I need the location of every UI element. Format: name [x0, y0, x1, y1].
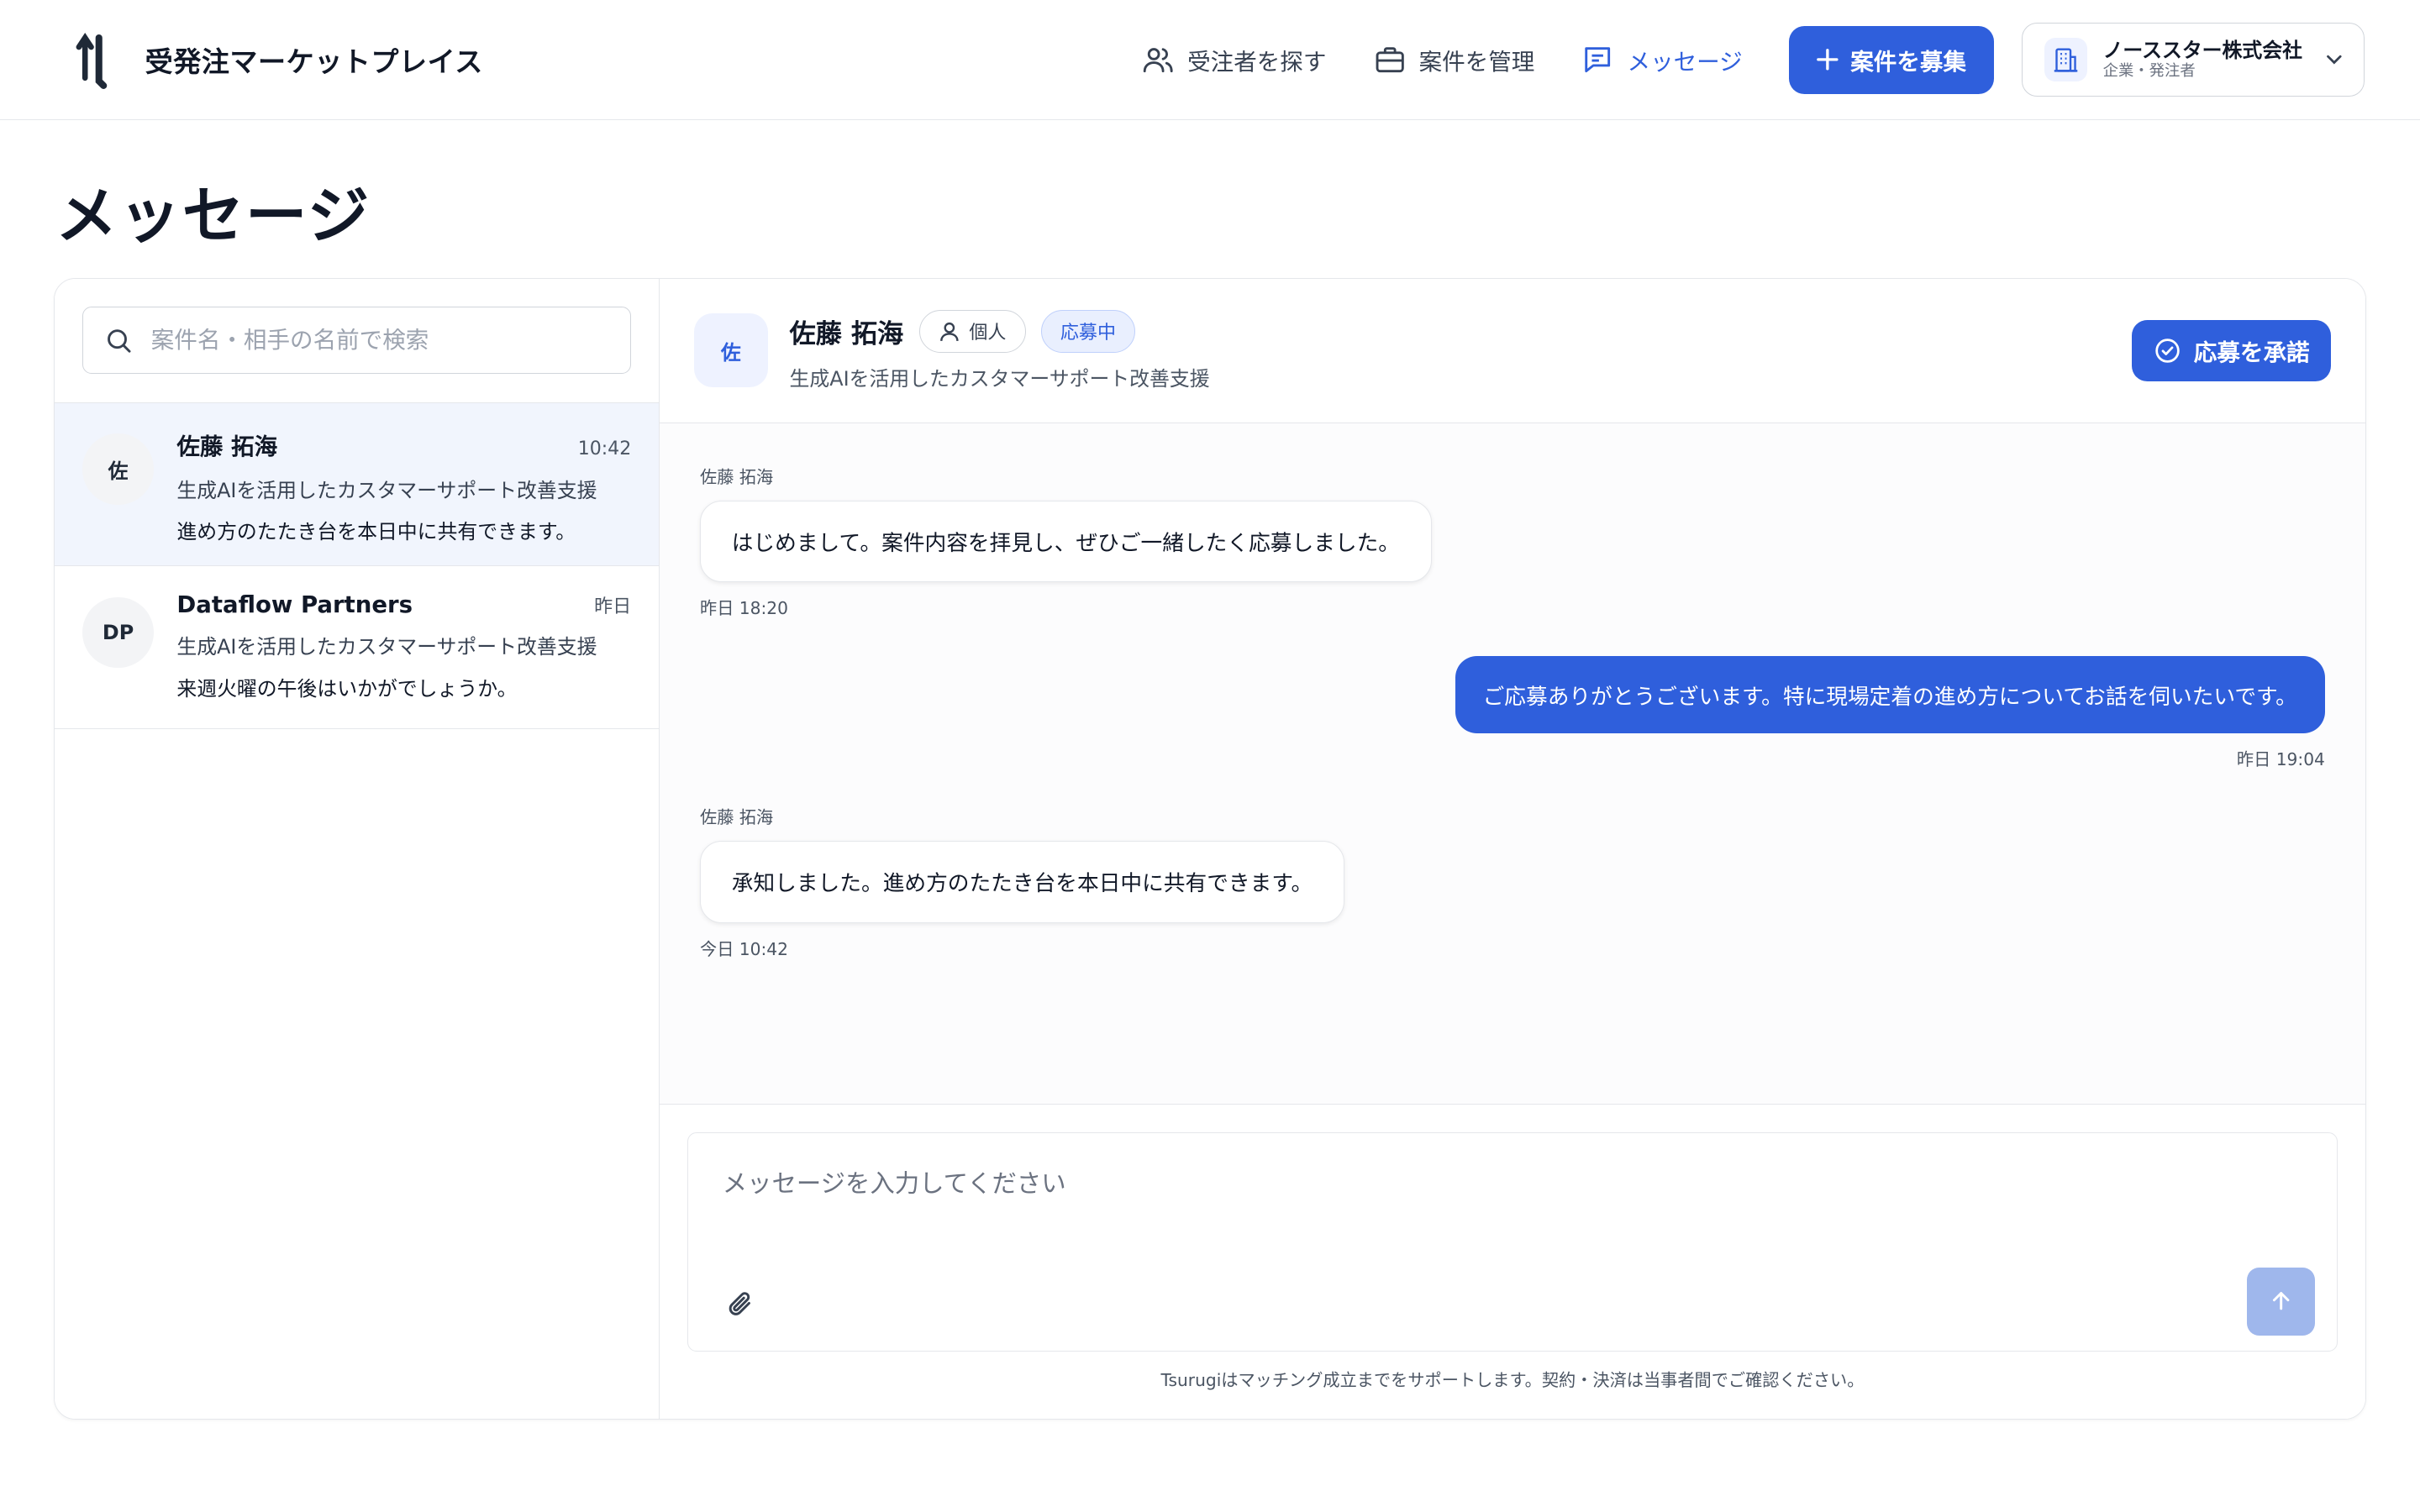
composer-area: Tsurugiはマッチング成立までをサポートします。契約・決済は当事者間でご確認… [660, 1104, 2365, 1419]
footnote: Tsurugiはマッチング成立までをサポートします。契約・決済は当事者間でご確認… [1160, 1370, 1865, 1391]
avatar: 佐 [693, 313, 768, 388]
message-bubble: 承知しました。進め方のたたき台を本日中に共有できます。 [700, 841, 1344, 923]
type-badge: 個人 [918, 309, 1026, 354]
account-text: ノーススター株式会社 企業・発注者 [2103, 39, 2302, 81]
conversation-sidebar: 佐 佐藤 拓海 10:42 生成AIを活用したカスタマーサポート改善支援 進め方… [55, 278, 660, 1419]
search-icon [108, 328, 131, 353]
conversation-name: 佐藤 拓海 [176, 433, 278, 460]
message-list: 佐藤 拓海 はじめまして。案件内容を拝見し、ぜひご一緒したく応募しました。 昨日… [660, 423, 2365, 1105]
users-icon [1143, 48, 1173, 73]
message-outgoing: ご応募ありがとうございます。特に現場定着の進め方についてお話を伺いたいです。 昨… [700, 656, 2325, 770]
account-switcher[interactable]: ノーススター株式会社 企業・発注者 [2022, 23, 2365, 97]
briefcase-icon [1376, 47, 1404, 73]
message-time: 今日 10:42 [700, 938, 788, 959]
nav-label: 案件を管理 [1418, 49, 1535, 76]
building-icon [2044, 38, 2088, 81]
conversation-time: 昨日 [594, 596, 632, 617]
conversation-project: 生成AIを活用したカスタマーサポート改善支援 [176, 478, 597, 502]
brand[interactable]: 受発注マーケットプレイス [68, 29, 483, 90]
search-box[interactable] [82, 306, 632, 375]
paperclip-icon[interactable] [725, 1289, 756, 1320]
message-incoming: 佐藤 拓海 承知しました。進め方のたたき台を本日中に共有できます。 今日 10:… [700, 804, 2325, 959]
accept-label: 応募を承諾 [2193, 339, 2310, 366]
arrow-up-icon [2272, 1292, 2290, 1310]
nav-manage-projects[interactable]: 案件を管理 [1373, 43, 1535, 76]
messages-panel: 佐 佐藤 拓海 10:42 生成AIを活用したカスタマーサポート改善支援 進め方… [54, 277, 2366, 1420]
main-nav: 受注者を探す 案件を管理 メッセージ 案件を募集 ノーススター株式会社 企業・発… [1095, 23, 2365, 97]
conversation-last-message: 来週火曜の午後はいかがでしょうか。 [176, 676, 518, 701]
post-project-button[interactable]: 案件を募集 [1788, 25, 1995, 94]
message-incoming: 佐藤 拓海 はじめまして。案件内容を拝見し、ぜひご一緒したく応募しました。 昨日… [700, 464, 2325, 619]
nav-label: 受注者を探す [1187, 49, 1327, 76]
top-navigation-bar: 受発注マーケットプレイス 受注者を探す 案件を管理 メッセージ 案件を募集 ノー… [0, 0, 2420, 121]
logo-icon [76, 33, 108, 90]
conversation-name: Dataflow Partners [176, 591, 413, 618]
conversation-item[interactable]: 佐 佐藤 拓海 10:42 生成AIを活用したカスタマーサポート改善支援 進め方… [55, 402, 660, 566]
message-input[interactable] [688, 1133, 2337, 1273]
type-badge-label: 個人 [969, 323, 1007, 344]
conversation-project: 生成AIを活用したカスタマーサポート改善支援 [176, 635, 597, 659]
chevron-down-icon [2327, 55, 2342, 65]
accept-application-button[interactable]: 応募を承諾 [2132, 319, 2332, 382]
message-sender: 佐藤 拓海 [700, 807, 774, 828]
message-sender: 佐藤 拓海 [700, 466, 774, 487]
nav-find-contractors[interactable]: 受注者を探す [1141, 43, 1326, 76]
plus-icon [1817, 49, 1839, 71]
chat-pane: 佐 佐藤 拓海 個人 応募中 生成AIを活用したカスタマーサポート改善支援 応募… [660, 278, 2365, 1419]
search-input[interactable] [150, 327, 609, 354]
chat-icon [1585, 47, 1611, 73]
conversation-time: 10:42 [577, 438, 632, 459]
avatar: DP [82, 596, 154, 669]
send-button[interactable] [2247, 1267, 2315, 1336]
avatar: 佐 [82, 433, 154, 505]
composer [687, 1132, 2338, 1352]
account-name: ノーススター株式会社 [2102, 38, 2302, 62]
user-icon [939, 322, 959, 341]
chat-project-title: 生成AIを活用したカスタマーサポート改善支援 [789, 367, 1210, 391]
message-bubble: はじめまして。案件内容を拝見し、ぜひご一緒したく応募しました。 [700, 500, 1432, 583]
account-role: 企業・発注者 [2102, 62, 2196, 81]
status-badge: 応募中 [1040, 309, 1136, 354]
conversation-last-message: 進め方のたたき台を本日中に共有できます。 [176, 520, 576, 544]
chat-partner-name: 佐藤 拓海 [789, 318, 904, 349]
page-title: メッセージ [55, 181, 371, 253]
post-project-label: 案件を募集 [1850, 49, 1966, 76]
conversation-item[interactable]: DP Dataflow Partners 昨日 生成AIを活用したカスタマーサポ… [55, 565, 660, 729]
brand-name: 受発注マーケットプレイス [145, 45, 483, 79]
nav-messages[interactable]: メッセージ [1581, 43, 1743, 76]
message-bubble: ご応募ありがとうございます。特に現場定着の進め方についてお話を伺いたいです。 [1455, 656, 2325, 734]
check-circle-icon [2155, 339, 2180, 363]
message-time: 昨日 19:04 [2236, 748, 2325, 769]
message-time: 昨日 18:20 [700, 598, 788, 619]
chat-header: 佐 佐藤 拓海 個人 応募中 生成AIを活用したカスタマーサポート改善支援 応募… [660, 279, 2365, 424]
nav-label: メッセージ [1627, 49, 1743, 76]
